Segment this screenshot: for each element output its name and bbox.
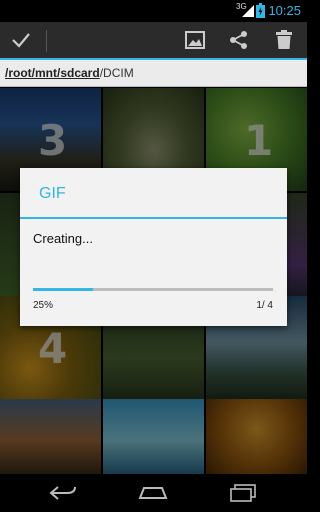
progress-bar: [33, 288, 273, 291]
progress-percent: 25%: [33, 300, 54, 311]
action-bar: [0, 22, 307, 60]
image-button[interactable]: [182, 28, 208, 52]
home-button[interactable]: [133, 480, 173, 506]
home-icon: [138, 487, 168, 499]
delete-button[interactable]: [271, 28, 297, 52]
recents-button[interactable]: [223, 480, 263, 506]
path-current: /DCIM: [99, 66, 134, 80]
back-button[interactable]: [43, 480, 83, 506]
action-divider: [46, 30, 47, 52]
done-button[interactable]: [8, 28, 34, 52]
path-breadcrumb: /root/mnt/sdcard/DCIM: [0, 60, 307, 87]
battery-icon: [256, 3, 265, 18]
progress-dialog: GIF Creating... 25% 1/ 4: [20, 168, 287, 326]
clock: 10:25: [268, 3, 301, 18]
status-bar: 3G 10:25: [0, 0, 307, 22]
signal-icon: [242, 5, 254, 17]
image-icon: [185, 31, 205, 49]
progress-count: 1/ 4: [256, 300, 273, 311]
check-icon: [12, 33, 30, 48]
trash-icon: [276, 30, 292, 49]
path-segment[interactable]: /root/mnt/sdcard: [5, 66, 100, 80]
back-icon: [49, 486, 76, 500]
dialog-message: Creating...: [33, 231, 93, 246]
progress-fill: [33, 288, 93, 291]
navigation-bar: [0, 474, 307, 512]
dialog-divider: [20, 217, 287, 219]
share-button[interactable]: [226, 28, 252, 52]
share-icon: [230, 31, 247, 49]
dialog-title: GIF: [39, 185, 66, 202]
recents-icon: [230, 484, 256, 502]
